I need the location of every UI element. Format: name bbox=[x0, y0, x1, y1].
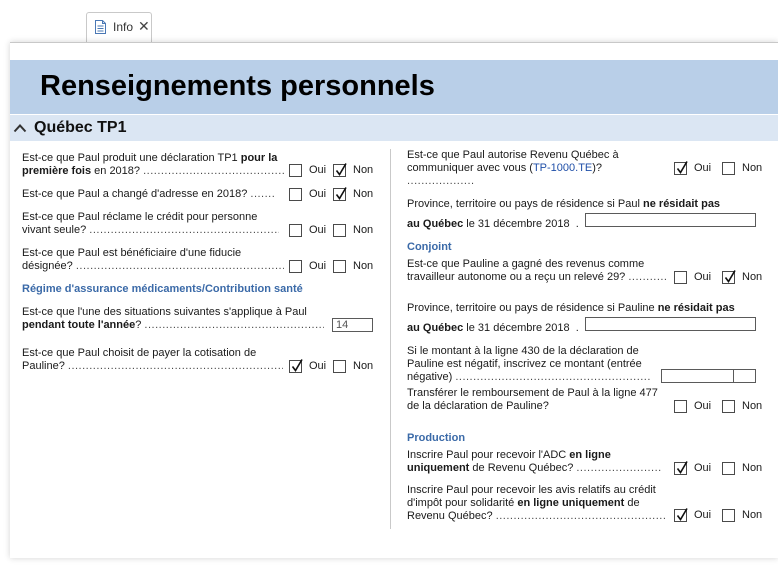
non-label: Non bbox=[353, 224, 374, 236]
address-change-oui-checkbox[interactable] bbox=[289, 188, 302, 201]
page-title: Renseignements personnels bbox=[40, 70, 435, 102]
oui-label: Oui bbox=[309, 164, 327, 176]
solidarity-non-checkbox[interactable] bbox=[722, 509, 735, 522]
checkmark-icon bbox=[676, 508, 688, 521]
non-label: Non bbox=[742, 462, 763, 474]
column-divider bbox=[390, 149, 391, 529]
checkmark-icon bbox=[676, 461, 688, 474]
question-transfer-refund: Transférer le remboursement de Paul à la… bbox=[407, 387, 658, 412]
question-pauline-self-employed: Est-ce que Pauline a gagné des revenus c… bbox=[407, 258, 677, 284]
transfer-refund-oui-checkbox[interactable] bbox=[674, 400, 687, 413]
question-adc-online: Inscrire Paul pour recevoir l'ADC en lig… bbox=[407, 449, 672, 475]
first-time-oui-checkbox[interactable] bbox=[289, 164, 302, 177]
line-430-amount-field[interactable] bbox=[661, 369, 756, 383]
whole-year-code-field[interactable]: 14 bbox=[332, 318, 373, 332]
transfer-refund-non-checkbox[interactable] bbox=[722, 400, 735, 413]
question-authorize-revenu-quebec: Est-ce que Paul autorise Revenu Québec à… bbox=[407, 149, 672, 188]
conjoint-subheading: Conjoint bbox=[407, 241, 452, 253]
solidarity-oui-checkbox[interactable] bbox=[674, 508, 688, 522]
checkmark-icon bbox=[724, 270, 736, 283]
oui-label: Oui bbox=[694, 509, 712, 521]
form-panel: Renseignements personnels Québec TP1 Est… bbox=[10, 42, 778, 558]
question-address-change: Est-ce que Paul a changé d'adresse en 20… bbox=[22, 188, 292, 201]
non-label: Non bbox=[353, 260, 374, 272]
tab-info[interactable]: Info ✕ bbox=[86, 12, 152, 42]
living-alone-non-checkbox[interactable] bbox=[333, 224, 346, 237]
chevron-up-icon[interactable] bbox=[13, 122, 27, 134]
oui-label: Oui bbox=[309, 260, 327, 272]
non-label: Non bbox=[742, 162, 763, 174]
page-banner: Renseignements personnels bbox=[10, 60, 778, 114]
tp-1000-link[interactable]: TP-1000.TE bbox=[533, 162, 592, 174]
question-whole-year-situation: Est-ce que l'une des situations suivante… bbox=[22, 306, 332, 332]
address-change-non-checkbox[interactable] bbox=[333, 187, 347, 201]
non-label: Non bbox=[742, 509, 763, 521]
question-living-alone: Est-ce que Paul réclame le crédit pour p… bbox=[22, 211, 292, 237]
section-title: Québec TP1 bbox=[34, 119, 127, 136]
pay-contribution-non-checkbox[interactable] bbox=[333, 360, 346, 373]
non-label: Non bbox=[353, 164, 374, 176]
pay-contribution-oui-checkbox[interactable] bbox=[289, 359, 303, 373]
checkmark-icon bbox=[291, 359, 303, 372]
adc-online-oui-checkbox[interactable] bbox=[674, 461, 688, 475]
production-subheading: Production bbox=[407, 432, 466, 444]
checkmark-icon bbox=[335, 187, 347, 200]
non-label: Non bbox=[353, 188, 374, 200]
document-icon bbox=[95, 20, 106, 34]
self-employed-oui-checkbox[interactable] bbox=[674, 271, 687, 284]
trust-non-checkbox[interactable] bbox=[333, 260, 346, 273]
question-solidarity-credit-online: Inscrire Paul pour recevoir les avis rel… bbox=[407, 484, 672, 523]
oui-label: Oui bbox=[694, 400, 712, 412]
authorize-oui-checkbox[interactable] bbox=[674, 161, 688, 175]
oui-label: Oui bbox=[694, 462, 712, 474]
pauline-residence-field[interactable] bbox=[585, 317, 756, 331]
oui-label: Oui bbox=[309, 360, 327, 372]
oui-label: Oui bbox=[309, 224, 327, 236]
first-time-non-checkbox[interactable] bbox=[333, 163, 347, 177]
tab-strip: Info ✕ bbox=[0, 0, 778, 42]
close-icon[interactable]: ✕ bbox=[138, 18, 150, 35]
tab-label: Info bbox=[113, 20, 134, 34]
authorize-non-checkbox[interactable] bbox=[722, 162, 735, 175]
section-header[interactable]: Québec TP1 bbox=[10, 115, 778, 141]
self-employed-non-checkbox[interactable] bbox=[722, 270, 736, 284]
oui-label: Oui bbox=[694, 162, 712, 174]
question-trust-beneficiary: Est-ce que Paul est bénéficiaire d'une f… bbox=[22, 247, 292, 273]
drug-insurance-subheading: Régime d'assurance médicaments/Contribut… bbox=[22, 283, 303, 295]
question-first-time-filer: Est-ce que Paul produit une déclaration … bbox=[22, 152, 292, 178]
checkmark-icon bbox=[676, 161, 688, 174]
non-label: Non bbox=[742, 400, 763, 412]
checkmark-icon bbox=[335, 163, 347, 176]
oui-label: Oui bbox=[694, 271, 712, 283]
question-pay-contribution: Est-ce que Paul choisit de payer la coti… bbox=[22, 347, 292, 373]
paul-residence-field[interactable] bbox=[585, 213, 756, 227]
non-label: Non bbox=[353, 360, 374, 372]
question-line-430-amount: Si le montant à la ligne 430 de la décla… bbox=[407, 345, 667, 384]
living-alone-oui-checkbox[interactable] bbox=[289, 224, 302, 237]
trust-oui-checkbox[interactable] bbox=[289, 260, 302, 273]
adc-online-non-checkbox[interactable] bbox=[722, 462, 735, 475]
non-label: Non bbox=[742, 271, 763, 283]
oui-label: Oui bbox=[309, 188, 327, 200]
